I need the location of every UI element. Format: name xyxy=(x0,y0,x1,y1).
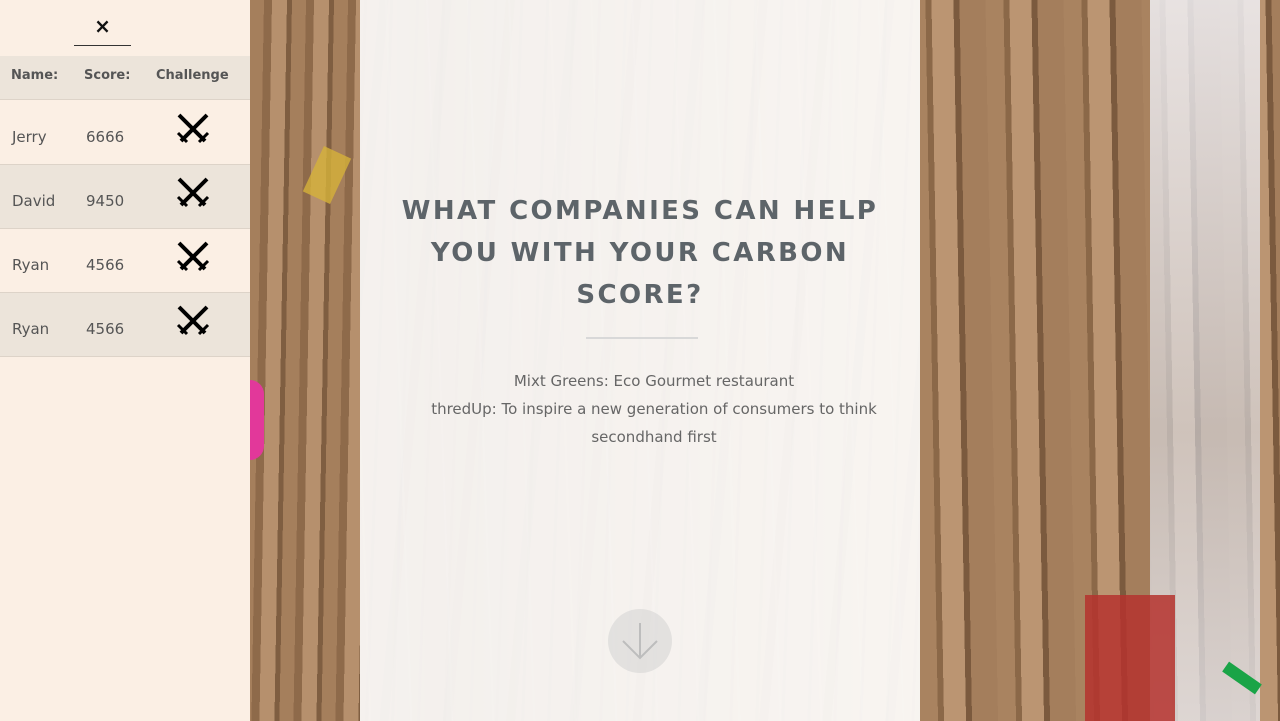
player-score: 4566 xyxy=(86,256,125,274)
player-score: 9450 xyxy=(86,192,125,210)
company-item: thredUp: To inspire a new generation of … xyxy=(431,400,877,446)
company-list: Mixt Greens: Eco Gourmet restaurant thre… xyxy=(400,367,908,451)
leaderboard-row: Ryan 4566 xyxy=(0,293,250,357)
player-name: Ryan xyxy=(12,256,50,274)
player-name: Ryan xyxy=(12,320,50,338)
crossed-swords-icon[interactable] xyxy=(175,303,211,339)
crossed-swords-icon[interactable] xyxy=(175,111,211,147)
background-cardboard-left xyxy=(250,0,360,721)
scroll-down-button[interactable] xyxy=(608,609,672,673)
background-label-red xyxy=(1085,595,1175,721)
arrow-down-icon xyxy=(622,623,658,660)
player-score: 6666 xyxy=(86,128,125,146)
background-label-pink xyxy=(250,380,264,460)
player-score: 4566 xyxy=(86,320,125,338)
leaderboard-row: Jerry 6666 xyxy=(0,101,250,165)
close-button[interactable]: × xyxy=(74,10,131,46)
leaderboard-sidebar: × Name: Score: Challenge Jerry 6666 Davi… xyxy=(0,0,250,721)
leaderboard-row: Ryan 4566 xyxy=(0,229,250,293)
page-title: WHAT COMPANIES CAN HELP YOU WITH YOUR CA… xyxy=(401,196,879,310)
leaderboard-row: David 9450 xyxy=(0,165,250,229)
header-score: Score: xyxy=(84,68,131,83)
crossed-swords-icon[interactable] xyxy=(175,175,211,211)
player-name: Jerry xyxy=(12,128,47,146)
header-name: Name: xyxy=(11,68,59,83)
title-divider xyxy=(586,337,698,339)
close-icon[interactable]: × xyxy=(74,14,131,38)
crossed-swords-icon[interactable] xyxy=(175,239,211,275)
company-item: Mixt Greens: Eco Gourmet restaurant xyxy=(513,372,795,390)
player-name: David xyxy=(12,192,56,210)
header-challenge: Challenge xyxy=(156,68,229,83)
leaderboard-header: Name: Score: Challenge xyxy=(0,56,250,100)
